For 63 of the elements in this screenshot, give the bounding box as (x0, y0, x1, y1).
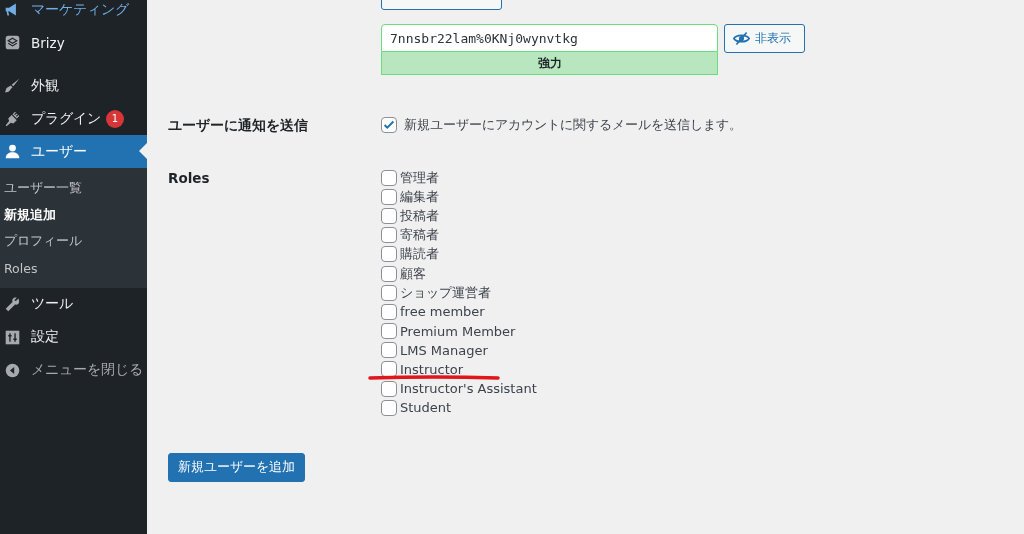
checkbox[interactable] (381, 169, 397, 186)
role-label: free member (400, 304, 485, 320)
checkbox[interactable] (381, 284, 397, 301)
menu-item[interactable]: 設定 (0, 320, 147, 354)
menu-item[interactable]: プラグイン 1 (0, 102, 147, 135)
password-field[interactable]: 7nnsbr22lam%0KNj0wynvtkg (381, 24, 718, 52)
checkbox[interactable] (381, 188, 397, 205)
role-label: 管理者 (400, 168, 439, 187)
role-label: 購読者 (400, 245, 439, 264)
menu-item[interactable]: マーケティング (0, 0, 147, 26)
field-label: ユーザーに通知を送信 (168, 117, 308, 133)
add-user-button[interactable]: 新規ユーザーを追加 (168, 453, 305, 483)
role-label: 顧客 (400, 264, 426, 283)
menu-label: 外観 (31, 76, 59, 95)
role-label: ショップ運営者 (400, 283, 491, 302)
checkbox[interactable] (381, 207, 397, 224)
wrench-icon (4, 295, 21, 313)
menu-label: ユーザー (31, 142, 87, 161)
submenu-item[interactable]: Roles (0, 255, 147, 282)
sliders-icon (4, 328, 21, 346)
checkbox[interactable] (381, 227, 397, 244)
collapse-icon (4, 361, 21, 379)
menu-label: Brizy (31, 34, 65, 51)
menu-label: マーケティング (31, 0, 129, 19)
menu-item[interactable]: ユーザー (0, 135, 147, 168)
role-label: Instructor's Assistant (400, 381, 537, 397)
submenu-item[interactable]: ユーザー一覧 (0, 175, 147, 202)
menu-item[interactable]: メニューを閉じる (0, 353, 147, 387)
user-icon (4, 143, 21, 160)
role-label: 投稿者 (400, 206, 439, 225)
role-label: 寄稿者 (400, 226, 439, 245)
strength-meter: 強力 (381, 52, 718, 75)
menu-item[interactable]: ツール (0, 287, 147, 321)
checkbox[interactable] (381, 246, 397, 263)
eye-slash-icon (733, 30, 750, 47)
menu-label: メニューを閉じる (31, 361, 143, 380)
checkbox[interactable] (381, 303, 397, 320)
paintbrush-icon (4, 77, 21, 94)
checkbox[interactable] (381, 117, 397, 133)
hide-password-button[interactable]: 非表示 (724, 24, 805, 53)
submenu-item[interactable]: プロフィール (0, 228, 147, 256)
checkbox[interactable] (381, 323, 397, 340)
update-count-badge: 1 (106, 109, 124, 128)
menu-item[interactable]: Brizy (0, 26, 147, 59)
role-label: Premium Member (400, 323, 516, 339)
role-label: 編集者 (400, 187, 439, 206)
submenu-item[interactable]: 新規追加 (0, 201, 147, 229)
field-label: Roles (168, 170, 210, 186)
menu-label: プラグイン (31, 109, 101, 128)
role-label: Instructor (400, 361, 464, 377)
role-label: Student (400, 400, 452, 416)
menu-item[interactable]: 外観 (0, 69, 147, 102)
checkbox[interactable] (381, 361, 397, 378)
checkbox[interactable] (381, 265, 397, 282)
layers-icon (4, 34, 21, 51)
checkbox[interactable] (381, 342, 397, 359)
plug-icon (4, 110, 21, 127)
checkbox[interactable] (381, 380, 397, 397)
checkbox[interactable] (381, 399, 397, 416)
menu-label: ツール (31, 295, 73, 314)
checkbox-label: 新規ユーザーにアカウントに関するメールを送信します。 (404, 116, 742, 134)
menu-label: 設定 (31, 328, 59, 347)
role-label: LMS Manager (400, 342, 488, 358)
